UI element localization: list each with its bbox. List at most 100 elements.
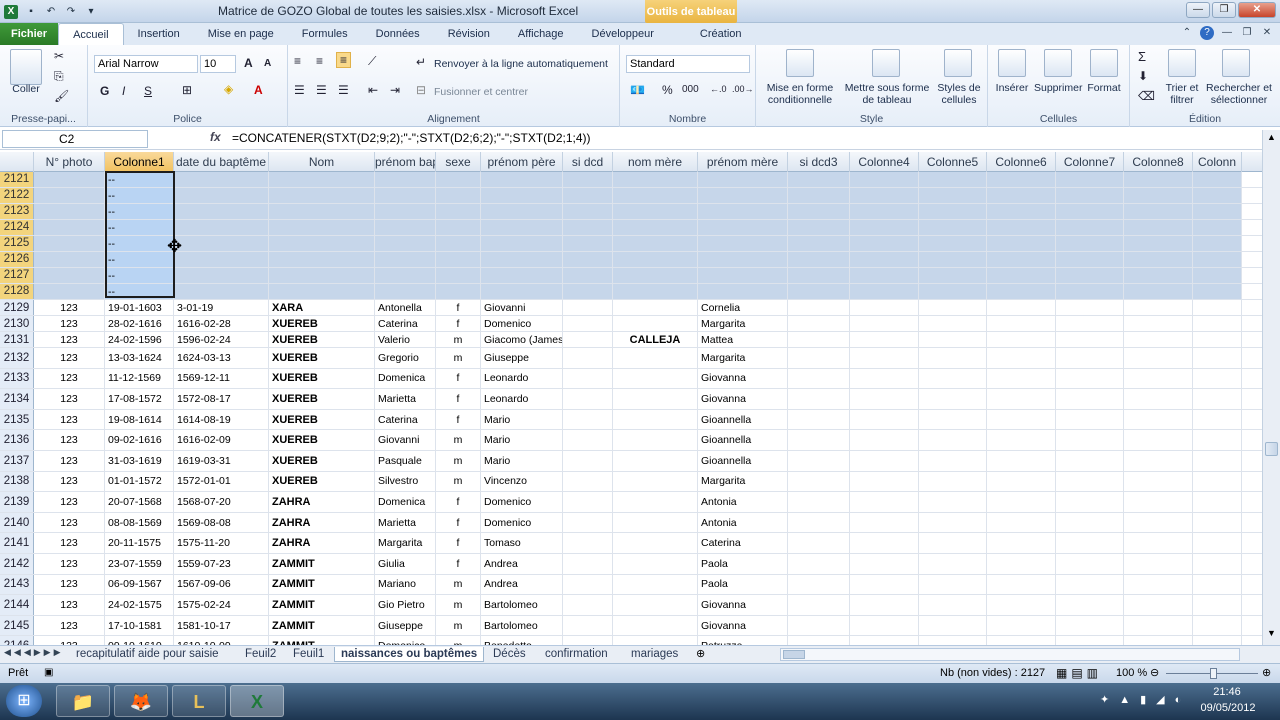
cell[interactable] bbox=[987, 236, 1056, 251]
fill-icon[interactable]: ⬇ bbox=[1138, 69, 1148, 83]
cell[interactable] bbox=[1056, 492, 1124, 512]
cell[interactable]: m bbox=[436, 636, 481, 645]
cell[interactable] bbox=[563, 316, 613, 331]
tab-insert[interactable]: Insertion bbox=[124, 23, 194, 45]
cell[interactable] bbox=[563, 284, 613, 299]
cell[interactable] bbox=[563, 300, 613, 315]
cell[interactable] bbox=[613, 409, 698, 430]
cell[interactable] bbox=[987, 300, 1056, 315]
cell[interactable] bbox=[269, 268, 375, 283]
cell[interactable]: 19-08-1614 bbox=[105, 409, 174, 430]
cell[interactable] bbox=[613, 316, 698, 331]
tray-icons[interactable]: ✦▲▮◢◐ bbox=[1100, 693, 1191, 706]
cell[interactable] bbox=[1193, 348, 1242, 368]
cell[interactable] bbox=[850, 188, 919, 203]
cell[interactable]: Antonia bbox=[698, 512, 788, 533]
align-right-icon[interactable]: ☰ bbox=[338, 83, 349, 97]
row-header[interactable]: 2121 bbox=[0, 172, 34, 187]
cell[interactable] bbox=[850, 615, 919, 636]
help-icon[interactable]: ? bbox=[1200, 26, 1214, 40]
sheet-tab-feuil1[interactable]: Feuil1 bbox=[293, 647, 324, 662]
row-header[interactable]: 2131 bbox=[0, 332, 34, 347]
cell[interactable] bbox=[850, 268, 919, 283]
cell[interactable] bbox=[613, 368, 698, 389]
column-header[interactable]: Colonn bbox=[1193, 152, 1242, 172]
cell[interactable] bbox=[987, 268, 1056, 283]
cell[interactable] bbox=[613, 636, 698, 645]
cell[interactable]: 08-08-1569 bbox=[105, 512, 174, 533]
cell[interactable] bbox=[1056, 471, 1124, 492]
cell[interactable] bbox=[1193, 268, 1242, 283]
format-cells-icon[interactable] bbox=[1090, 49, 1118, 77]
column-header[interactable]: nom mère bbox=[613, 152, 698, 172]
cell[interactable] bbox=[1124, 368, 1193, 389]
cell[interactable]: 17-10-1581 bbox=[105, 615, 174, 636]
cell[interactable] bbox=[563, 553, 613, 574]
cell[interactable] bbox=[850, 409, 919, 430]
cell[interactable] bbox=[850, 316, 919, 331]
cell[interactable] bbox=[613, 492, 698, 512]
cell[interactable]: Antonella bbox=[375, 300, 436, 315]
cell[interactable] bbox=[1193, 316, 1242, 331]
cell[interactable]: Mario bbox=[481, 430, 563, 450]
cell[interactable]: Leonardo bbox=[481, 389, 563, 409]
cell[interactable] bbox=[987, 450, 1056, 471]
cell[interactable] bbox=[698, 188, 788, 203]
font-color-icon[interactable]: A bbox=[254, 83, 263, 97]
cell[interactable] bbox=[788, 615, 850, 636]
cell[interactable]: Giacomo (James) bbox=[481, 332, 563, 347]
italic-button[interactable]: I bbox=[122, 84, 125, 98]
cell[interactable]: Caterina bbox=[375, 316, 436, 331]
cell[interactable] bbox=[1124, 220, 1193, 235]
cell[interactable]: Bartolomeo bbox=[481, 595, 563, 615]
cell[interactable]: XUEREB bbox=[269, 409, 375, 430]
cell[interactable] bbox=[987, 316, 1056, 331]
cell[interactable] bbox=[987, 172, 1056, 187]
cell[interactable] bbox=[174, 188, 269, 203]
cell[interactable]: Pasquale bbox=[375, 450, 436, 471]
cell[interactable]: Valerio bbox=[375, 332, 436, 347]
cell[interactable] bbox=[34, 236, 105, 251]
cell[interactable] bbox=[563, 172, 613, 187]
clock-time[interactable]: 21:46 bbox=[1200, 686, 1254, 698]
row-header[interactable]: 2135 bbox=[0, 409, 34, 430]
cell[interactable] bbox=[34, 284, 105, 299]
cell[interactable] bbox=[987, 492, 1056, 512]
scroll-thumb[interactable] bbox=[1265, 442, 1278, 456]
find-select-button[interactable]: Rechercher et sélectionner bbox=[1204, 82, 1274, 106]
cell[interactable] bbox=[436, 284, 481, 299]
cell[interactable] bbox=[850, 430, 919, 450]
cell[interactable] bbox=[698, 252, 788, 267]
start-button[interactable]: ⊞ bbox=[6, 685, 42, 717]
cell[interactable]: -- bbox=[105, 220, 174, 235]
cell[interactable] bbox=[174, 252, 269, 267]
cell[interactable] bbox=[1056, 348, 1124, 368]
cell[interactable] bbox=[850, 172, 919, 187]
cell[interactable]: 28-02-1616 bbox=[105, 316, 174, 331]
insert-cells-button[interactable]: Insérer bbox=[990, 82, 1034, 94]
currency-icon[interactable]: 💶 bbox=[630, 83, 645, 97]
row-header[interactable]: 2136 bbox=[0, 430, 34, 450]
cell[interactable] bbox=[1124, 172, 1193, 187]
cell[interactable] bbox=[613, 389, 698, 409]
cell[interactable]: f bbox=[436, 368, 481, 389]
cell[interactable]: ZAMMIT bbox=[269, 574, 375, 595]
cell[interactable] bbox=[1193, 389, 1242, 409]
cell[interactable] bbox=[788, 636, 850, 645]
sheet-tab-recap[interactable]: recapitulatif aide pour saisie bbox=[76, 647, 219, 662]
cell[interactable]: m bbox=[436, 430, 481, 450]
cell[interactable]: f bbox=[436, 553, 481, 574]
merge-center-button[interactable]: Fusionner et centrer bbox=[434, 86, 528, 98]
cell[interactable] bbox=[1056, 389, 1124, 409]
cell[interactable]: XUEREB bbox=[269, 332, 375, 347]
cell[interactable]: Paola bbox=[698, 574, 788, 595]
cell[interactable] bbox=[1056, 284, 1124, 299]
cell[interactable]: ZAMMIT bbox=[269, 615, 375, 636]
increase-indent-icon[interactable]: ⇥ bbox=[390, 83, 400, 97]
cell[interactable]: -- bbox=[105, 284, 174, 299]
fx-icon[interactable]: fx bbox=[210, 130, 221, 144]
cell[interactable] bbox=[1124, 471, 1193, 492]
column-header[interactable]: Colonne4 bbox=[850, 152, 919, 172]
cell[interactable] bbox=[850, 368, 919, 389]
cell[interactable]: Gioannella bbox=[698, 450, 788, 471]
